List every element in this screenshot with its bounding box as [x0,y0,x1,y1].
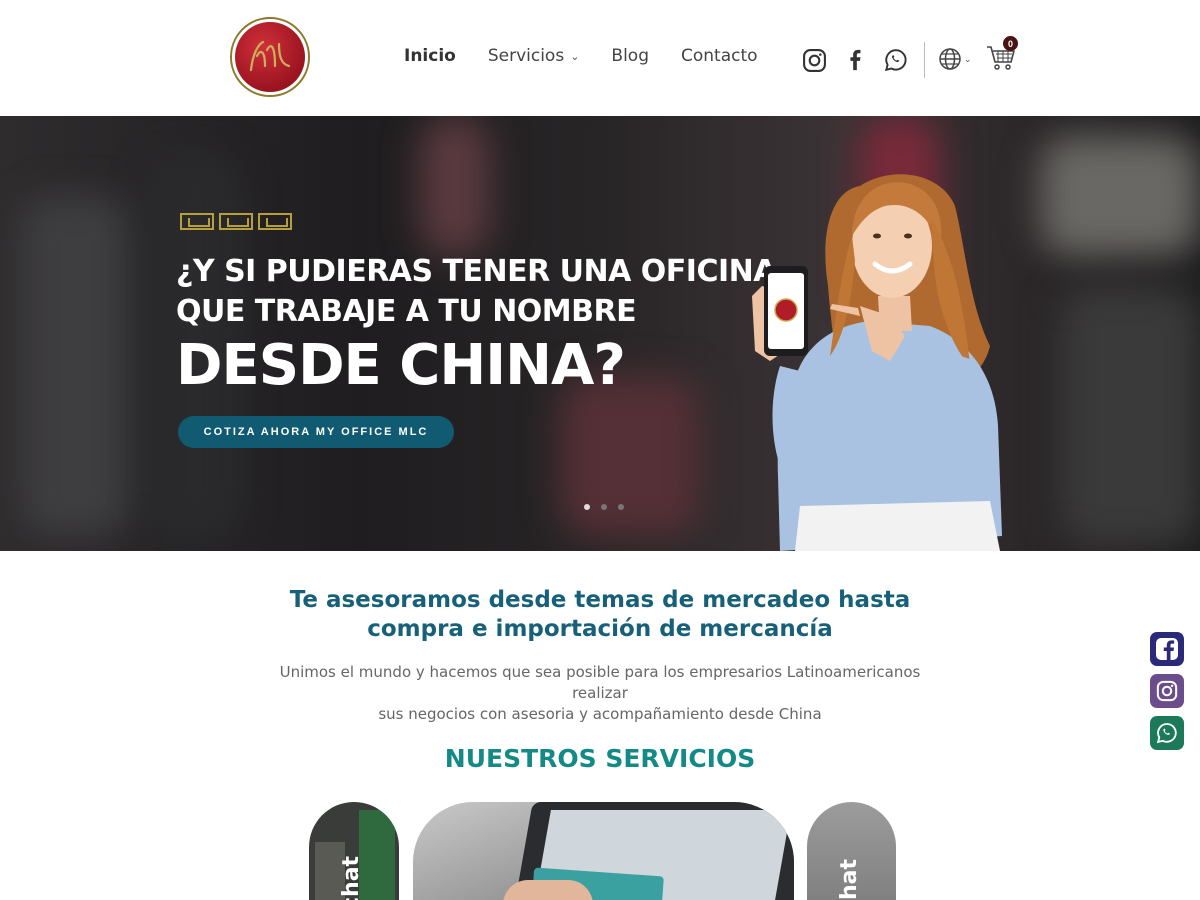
nav-label: Servicios [487,46,565,66]
facebook-icon [1156,638,1178,660]
slider-dot[interactable] [601,504,607,510]
background-blur [1060,286,1200,546]
nav-contacto[interactable]: Contacto [681,46,758,66]
chevron-down-icon: ⌄ [964,53,972,64]
instagram-icon[interactable] [800,46,828,74]
slider-dots [584,504,635,510]
hero-headline-big: DESDE CHINA? [176,333,626,398]
whatsapp-icon [1156,723,1177,744]
nav-servicios[interactable]: Servicios ⌄ [488,46,580,66]
facebook-icon[interactable] [841,46,869,74]
hero-woman-image [752,174,1002,551]
service-card[interactable] [413,802,794,900]
headline-line: QUE TRABAJE A TU NOMBRE [176,294,637,329]
floating-whatsapp-button[interactable] [1150,716,1184,750]
background-blur [1040,136,1200,256]
hero-slider: ¿Y SI PUDIERAS TENER UNA OFICINA QUE TRA… [0,116,1200,551]
intro-title: Te asesoramos desde temas de mercadeo ha… [0,586,1200,644]
chevron-down-icon: ⌄ [570,49,580,63]
service-card[interactable]: hat [807,802,896,900]
intro-text-line: Unimos el mundo y hacemos que sea posibl… [279,663,921,702]
intro-text-line: sus negocios con asesoria y acompañamien… [378,705,822,723]
headline-line: ¿Y SI PUDIERAS TENER UNA OFICINA [176,254,776,289]
floating-instagram-button[interactable] [1150,674,1184,708]
intro-title-line: compra e importación de mercancía [367,616,833,642]
cta-button[interactable]: COTIZA AHORA MY OFFICE MLC [178,416,454,448]
whatsapp-icon[interactable] [882,46,910,74]
hero-headline: ¿Y SI PUDIERAS TENER UNA OFICINA QUE TRA… [176,252,776,332]
cart-count-badge: 0 [1003,36,1018,51]
decorative-pattern [180,213,297,230]
floating-facebook-button[interactable] [1150,632,1184,666]
slider-dot[interactable] [584,504,590,510]
background-blur [560,376,700,536]
intro-text: Unimos el mundo y hacemos que sea posibl… [250,662,950,725]
background-blur [20,196,130,536]
nav-blog[interactable]: Blog [611,46,649,66]
nav-label: Inicio [404,46,456,66]
service-card[interactable]: chat [309,802,399,900]
slider-dot[interactable] [618,504,624,510]
header-divider [924,42,925,78]
logo-emblem [235,22,305,92]
cart-button[interactable]: 0 [986,36,1018,74]
nav-label: Contacto [681,46,758,66]
nav-inicio[interactable]: Inicio [404,46,456,66]
nav-label: Blog [611,46,649,66]
service-card-label: chat [339,855,364,900]
site-header: Inicio Servicios ⌄ Blog Contacto ⌄ 0 [0,0,1200,116]
header-social-links [800,46,923,74]
services-title: NUESTROS SERVICIOS [444,744,756,773]
site-logo[interactable] [230,17,310,97]
service-card-label: hat [837,858,862,900]
background-blur [420,116,490,256]
language-selector[interactable]: ⌄ [938,47,972,71]
floating-social-bar [1150,632,1184,758]
main-nav: Inicio Servicios ⌄ Blog Contacto [404,46,790,66]
globe-icon [939,48,961,70]
intro-title-line: Te asesoramos desde temas de mercadeo ha… [289,587,911,613]
instagram-icon [1156,680,1178,702]
